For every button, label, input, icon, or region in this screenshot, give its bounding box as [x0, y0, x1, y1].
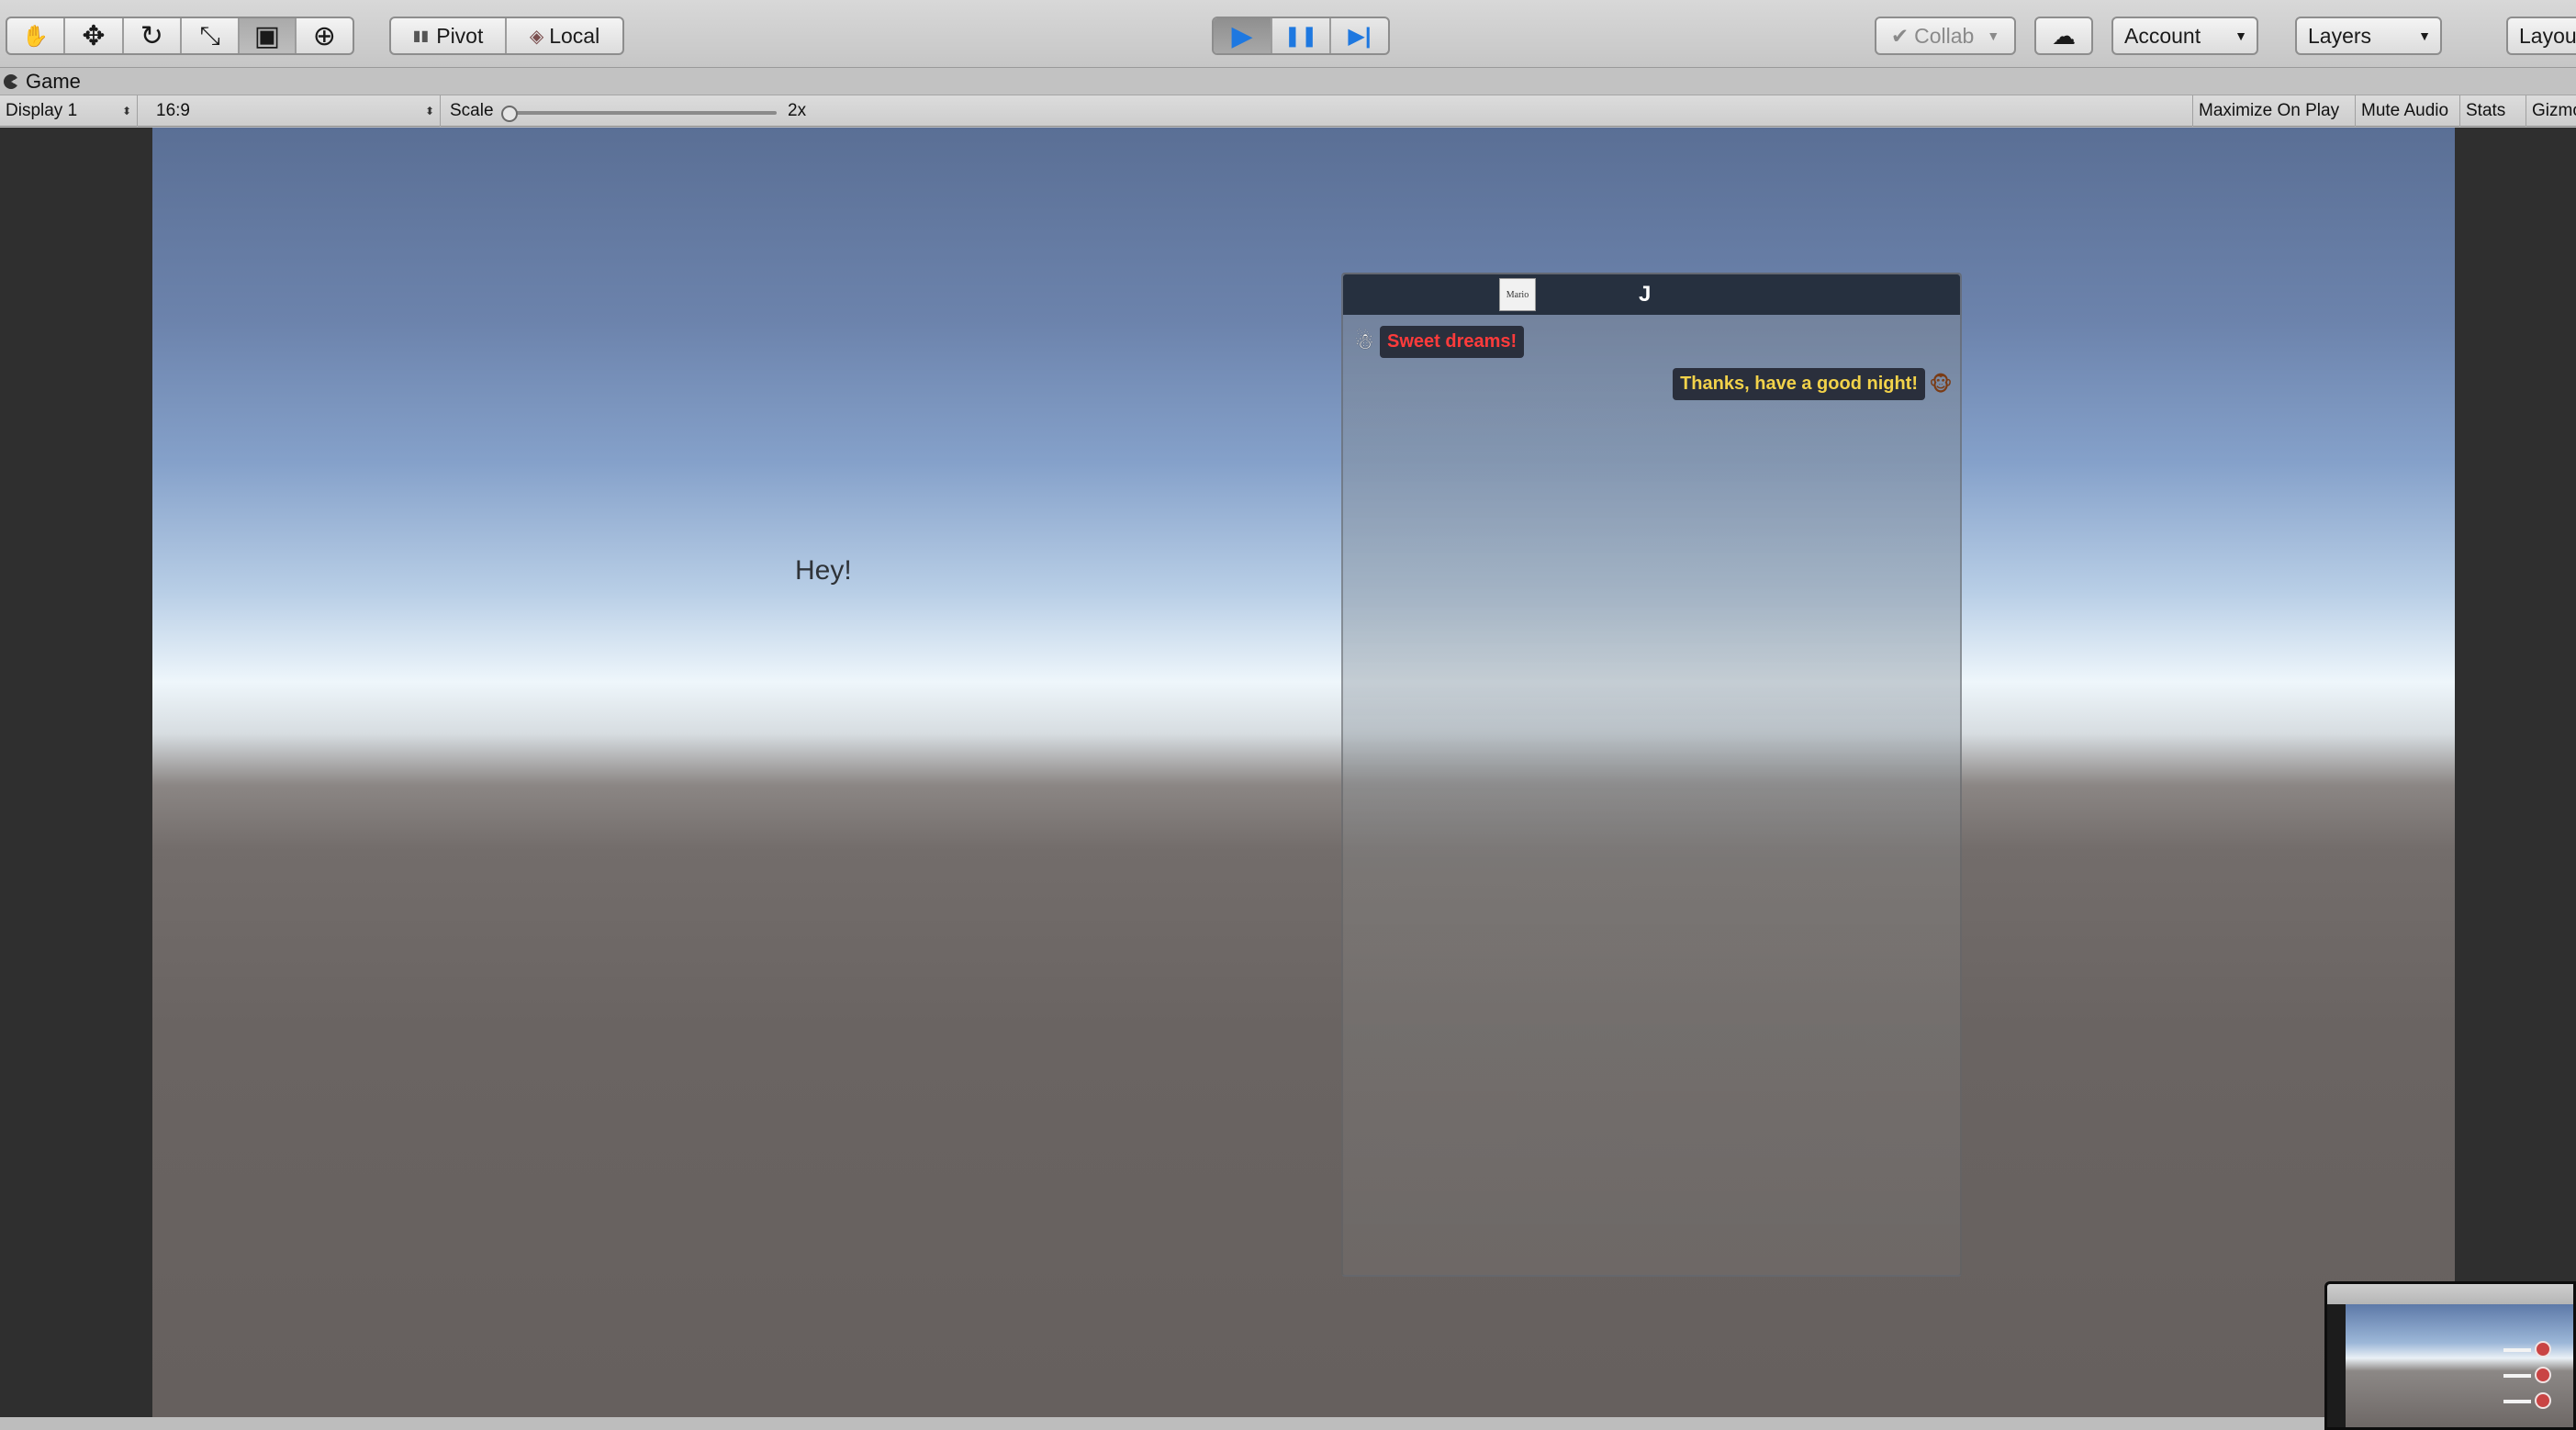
- step-button[interactable]: ▶|: [1331, 18, 1388, 53]
- rect-tool-button[interactable]: ▣: [240, 18, 297, 53]
- hand-icon: ✋: [22, 23, 49, 48]
- thumbnail-screen: [2346, 1304, 2573, 1427]
- local-button[interactable]: ◈ Local: [507, 18, 622, 53]
- stats-label: Stats: [2466, 101, 2506, 120]
- aspect-select[interactable]: 16:9 ⬍: [147, 95, 441, 127]
- layers-label: Layers: [2308, 23, 2372, 48]
- game-view-controls: Display 1 ⬍ 16:9 ⬍ Scale 2x Maximize On …: [0, 95, 2576, 127]
- layout-dropdown[interactable]: Layout: [2506, 17, 2576, 55]
- scale-icon: ⤡: [199, 20, 220, 50]
- mute-label: Mute Audio: [2361, 101, 2449, 120]
- game-tab-header: Game: [0, 68, 2576, 95]
- viewport-bottom-edge: [0, 1417, 2324, 1430]
- play-controls: ▶ ❚❚ ▶|: [1212, 17, 1390, 55]
- thumbnail-avatar-icon: [2535, 1392, 2551, 1409]
- collab-dropdown[interactable]: ✔ Collab ▼: [1875, 17, 2016, 55]
- thumbnail-avatar-icon: [2535, 1341, 2551, 1357]
- aspect-select-label: 16:9: [156, 101, 190, 120]
- step-icon: ▶|: [1348, 23, 1372, 49]
- chat-message-left: ☃ Sweet dreams!: [1349, 326, 1525, 358]
- scale-slider-track[interactable]: [507, 111, 777, 115]
- scale-value: 2x: [782, 95, 837, 127]
- hand-tool-button[interactable]: ✋: [7, 18, 66, 53]
- hey-label: Hey!: [795, 555, 852, 586]
- gizmos-dropdown[interactable]: Gizmo: [2526, 95, 2576, 127]
- cloud-icon: ☁: [2052, 21, 2076, 50]
- pivot-local-group: ▮▮ Pivot ◈ Local: [389, 17, 624, 55]
- tab-game-label: Game: [26, 70, 81, 93]
- contact-thumbnail[interactable]: Mario: [1499, 278, 1536, 311]
- message-bubble: Thanks, have a good night!: [1673, 368, 1925, 400]
- chevron-down-icon: ▼: [1987, 28, 2000, 43]
- pause-icon: ❚❚: [1283, 24, 1318, 47]
- transform-icon: ⊕: [312, 20, 336, 51]
- cube-icon: ◈: [529, 26, 544, 47]
- thumbnail-avatar-icon: [2535, 1367, 2551, 1383]
- thumbnail-toolbar: [2327, 1284, 2573, 1304]
- transform-tool-button[interactable]: ⊕: [297, 18, 353, 53]
- scale-tool-button[interactable]: ⤡: [182, 18, 241, 53]
- main-toolbar: ✋ ✥ ↻ ⤡ ▣ ⊕ ▮▮ Pivot ◈ Local ▶ ❚❚ ▶| ✔ C…: [0, 0, 2576, 68]
- check-icon: ✔: [1890, 23, 1910, 48]
- scale-value-text: 2x: [788, 101, 807, 120]
- mute-audio-toggle[interactable]: Mute Audio: [2356, 95, 2460, 127]
- play-icon: ▶: [1231, 20, 1253, 51]
- thumbnail-bar: [2503, 1348, 2531, 1352]
- play-button[interactable]: ▶: [1214, 18, 1272, 53]
- chat-panel: Mario J ☃ Sweet dreams! Thanks, have a g…: [1341, 273, 1962, 1277]
- pivot-button[interactable]: ▮▮ Pivot: [391, 18, 508, 53]
- move-icon: ✥: [82, 20, 106, 51]
- scale-slider-thumb[interactable]: [501, 106, 518, 122]
- stats-toggle[interactable]: Stats: [2460, 95, 2526, 127]
- rotate-tool-button[interactable]: ↻: [124, 18, 182, 53]
- transform-tools: ✋ ✥ ↻ ⤡ ▣ ⊕: [6, 17, 354, 55]
- move-tool-button[interactable]: ✥: [65, 18, 124, 53]
- chat-title: J: [1639, 282, 1652, 307]
- account-label: Account: [2124, 23, 2201, 48]
- preview-thumbnail[interactable]: [2324, 1281, 2576, 1430]
- thumbnail-bar: [2503, 1400, 2531, 1403]
- local-label: Local: [549, 23, 600, 48]
- monkey-avatar-icon: 🐵: [1929, 372, 1953, 396]
- collab-label: Collab: [1914, 23, 1975, 48]
- display-select[interactable]: Display 1 ⬍: [0, 95, 138, 127]
- tab-game[interactable]: Game: [0, 68, 81, 95]
- chevron-down-icon: ▼: [2234, 28, 2247, 43]
- chevron-down-icon: ▼: [2418, 28, 2431, 43]
- pivot-icon: ▮▮: [412, 28, 430, 44]
- pause-button[interactable]: ❚❚: [1272, 18, 1331, 53]
- scale-label-text: Scale: [450, 101, 494, 120]
- gizmos-label: Gizmo: [2532, 101, 2576, 120]
- updown-arrows-icon: ⬍: [121, 105, 131, 117]
- chat-header: Mario J: [1343, 274, 1960, 315]
- message-bubble: Sweet dreams!: [1380, 326, 1525, 358]
- account-dropdown[interactable]: Account ▼: [2111, 17, 2258, 55]
- rect-icon: ▣: [253, 20, 281, 51]
- pivot-label: Pivot: [436, 23, 484, 48]
- rotate-icon: ↻: [140, 20, 163, 51]
- cloud-button[interactable]: ☁: [2034, 17, 2093, 55]
- snowman-avatar-icon: ☃: [1354, 330, 1374, 354]
- thumbnail-bar: [2503, 1374, 2531, 1378]
- maximize-on-play-toggle[interactable]: Maximize On Play: [2192, 95, 2356, 127]
- display-select-label: Display 1: [6, 101, 78, 120]
- game-screen[interactable]: Hey! Mario J ☃ Sweet dreams! Thanks, hav…: [152, 128, 2455, 1417]
- game-tab-icon: [4, 74, 18, 89]
- layout-label: Layout: [2519, 23, 2576, 48]
- chat-message-right: Thanks, have a good night! 🐵: [1673, 368, 1956, 400]
- scale-label: Scale: [442, 95, 507, 127]
- updown-arrows-icon: ⬍: [424, 105, 434, 117]
- layers-dropdown[interactable]: Layers ▼: [2295, 17, 2442, 55]
- maximize-label: Maximize On Play: [2199, 101, 2340, 120]
